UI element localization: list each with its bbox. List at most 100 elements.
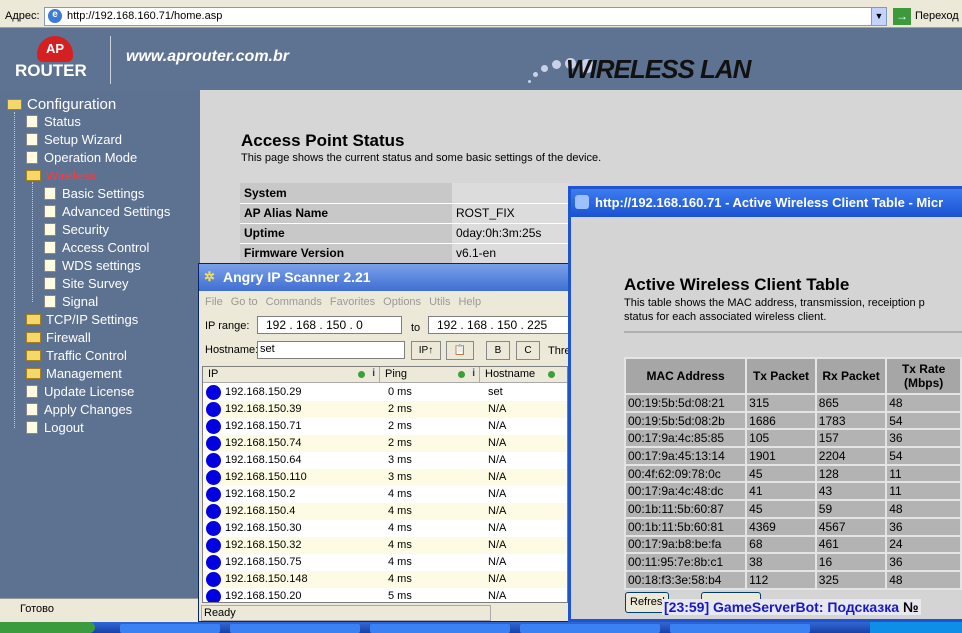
sidebar-item-signal[interactable]: Signal bbox=[44, 294, 98, 309]
page-icon bbox=[26, 133, 38, 146]
column-ip[interactable]: IP i bbox=[203, 367, 380, 383]
ip-from-input[interactable]: 192 . 168 . 150 . 0 bbox=[257, 316, 402, 334]
status-text: Готово bbox=[20, 603, 54, 615]
clipboard-up-icon[interactable]: 📋 bbox=[446, 341, 474, 360]
client-window-title-bar[interactable]: http://192.168.160.71 - Active Wireless … bbox=[571, 189, 962, 217]
menu-favorites[interactable]: Favorites bbox=[330, 296, 375, 308]
scan-result-row[interactable]: 192.168.150.4 4 ms N/A bbox=[203, 503, 567, 520]
address-label: Адрес: bbox=[5, 10, 40, 22]
sidebar-item-management[interactable]: Management bbox=[26, 366, 122, 381]
client-row: 00:18:f3:3e:58:b4 112 325 48 bbox=[623, 569, 962, 590]
scan-result-row[interactable]: 192.168.150.20 5 ms N/A bbox=[203, 588, 567, 602]
sidebar-item-status[interactable]: Status bbox=[26, 114, 81, 129]
site-url: www.aprouter.com.br bbox=[126, 48, 289, 65]
sidebar-item-advanced-settings[interactable]: Advanced Settings bbox=[44, 204, 170, 219]
taskbar-button[interactable] bbox=[520, 624, 660, 633]
host-alive-icon bbox=[206, 470, 221, 485]
router-logo: AP ROUTER bbox=[15, 36, 95, 84]
sidebar-item-wireless[interactable]: Wireless bbox=[26, 168, 96, 183]
sidebar-item-firewall[interactable]: Firewall bbox=[26, 330, 91, 345]
go-button[interactable]: Переход bbox=[915, 10, 959, 22]
scan-result-row[interactable]: 192.168.150.64 3 ms N/A bbox=[203, 452, 567, 469]
ip-up-button[interactable]: IP↑ bbox=[411, 341, 441, 360]
sidebar-item-wds-settings[interactable]: WDS settings bbox=[44, 258, 141, 273]
sidebar-item-operation-mode[interactable]: Operation Mode bbox=[26, 150, 137, 165]
page-icon bbox=[44, 277, 56, 290]
page-icon bbox=[44, 187, 56, 200]
scan-result-row[interactable]: 192.168.150.71 2 ms N/A bbox=[203, 418, 567, 435]
ip-to-input[interactable]: 192 . 168 . 150 . 225 bbox=[428, 316, 573, 334]
scan-result-row[interactable]: 192.168.150.32 4 ms N/A bbox=[203, 537, 567, 554]
menu-utils[interactable]: Utils bbox=[429, 296, 450, 308]
host-alive-icon bbox=[206, 538, 221, 553]
taskbar-button[interactable] bbox=[120, 624, 220, 633]
folder-icon bbox=[26, 332, 41, 343]
scan-results-list[interactable]: IP i Ping i Hostname 192.168.150.29 0 ms set… bbox=[202, 366, 568, 603]
system-tray bbox=[870, 622, 962, 633]
client-row: 00:19:5b:5d:08:21 315 865 48 bbox=[623, 393, 962, 413]
go-arrow-icon[interactable]: → bbox=[893, 8, 911, 25]
divider bbox=[624, 331, 962, 333]
start-button[interactable] bbox=[0, 622, 95, 633]
column-hostname[interactable]: Hostname bbox=[480, 367, 567, 383]
taskbar-button[interactable] bbox=[670, 624, 810, 633]
status-key: Uptime bbox=[240, 223, 452, 244]
ie-window-icon bbox=[575, 195, 589, 209]
product-title: WIRELESS LAN bbox=[566, 54, 751, 84]
section-header: System bbox=[240, 183, 452, 204]
menu-options[interactable]: Options bbox=[383, 296, 421, 308]
menu-help[interactable]: Help bbox=[458, 296, 481, 308]
host-alive-icon bbox=[206, 419, 221, 434]
sidebar-item-setup-wizard[interactable]: Setup Wizard bbox=[26, 132, 122, 147]
client-table-window[interactable]: http://192.168.160.71 - Active Wireless … bbox=[568, 186, 962, 622]
col-rx: Rx Packet bbox=[814, 357, 888, 395]
sidebar-item-basic-settings[interactable]: Basic Settings bbox=[44, 186, 144, 201]
sidebar-item-tcp-ip-settings[interactable]: TCP/IP Settings bbox=[26, 312, 138, 327]
client-row: 00:17:9a:4c:48:dc 41 43 11 bbox=[623, 481, 962, 502]
scan-result-row[interactable]: 192.168.150.75 4 ms N/A bbox=[203, 554, 567, 571]
host-alive-icon bbox=[206, 436, 221, 451]
scan-result-row[interactable]: 192.168.150.148 4 ms N/A bbox=[203, 571, 567, 588]
scan-result-row[interactable]: 192.168.150.110 3 ms N/A bbox=[203, 469, 567, 486]
router-banner: AP ROUTER www.aprouter.com.br WIRELESS LA… bbox=[0, 28, 962, 90]
sidebar-item-apply-changes[interactable]: Apply Changes bbox=[26, 402, 132, 417]
menu-file[interactable]: File bbox=[205, 296, 223, 308]
class-c-button[interactable]: C bbox=[516, 341, 540, 360]
host-alive-icon bbox=[206, 385, 221, 400]
client-row: 00:1b:11:5b:60:81 4369 4567 36 bbox=[623, 516, 962, 537]
sidebar-item-access-control[interactable]: Access Control bbox=[44, 240, 149, 255]
sidebar-item-security[interactable]: Security bbox=[44, 222, 109, 237]
page-icon bbox=[26, 421, 38, 434]
sidebar-root-configuration[interactable]: Configuration bbox=[7, 96, 116, 113]
sidebar-item-traffic-control[interactable]: Traffic Control bbox=[26, 348, 127, 363]
url-dropdown-chevron-icon[interactable]: ▼ bbox=[871, 7, 887, 26]
taskbar-button[interactable] bbox=[370, 624, 510, 633]
folder-icon bbox=[26, 314, 41, 325]
class-b-button[interactable]: B bbox=[486, 341, 510, 360]
url-input[interactable]: e http://192.168.160.71/home.asp bbox=[44, 7, 886, 26]
hostname-label: Hostname: bbox=[205, 344, 259, 356]
client-row: 00:19:5b:5d:08:2b 1686 1783 54 bbox=[623, 410, 962, 431]
angry-ip-scanner-window[interactable]: ✲ Angry IP Scanner 2.21 File Go to Commands… bbox=[198, 263, 573, 622]
status-key: AP Alias Name bbox=[240, 203, 452, 224]
column-ping[interactable]: Ping i bbox=[380, 367, 480, 383]
scanner-app-icon: ✲ bbox=[204, 269, 215, 284]
sidebar-item-site-survey[interactable]: Site Survey bbox=[44, 276, 128, 291]
page-title: Access Point Status bbox=[241, 131, 405, 150]
scan-result-row[interactable]: 192.168.150.39 2 ms N/A bbox=[203, 401, 567, 418]
host-alive-icon bbox=[206, 555, 221, 570]
host-alive-icon bbox=[206, 504, 221, 519]
hostname-input[interactable]: set bbox=[257, 341, 405, 359]
taskbar-button[interactable] bbox=[230, 624, 360, 633]
sidebar-item-logout[interactable]: Logout bbox=[26, 420, 84, 435]
scan-result-row[interactable]: 192.168.150.29 0 ms set bbox=[203, 384, 567, 401]
host-alive-icon bbox=[206, 572, 221, 587]
menu-go-to[interactable]: Go to bbox=[231, 296, 258, 308]
scan-result-row[interactable]: 192.168.150.74 2 ms N/A bbox=[203, 435, 567, 452]
scan-result-row[interactable]: 192.168.150.30 4 ms N/A bbox=[203, 520, 567, 537]
scanner-status-bar: Ready bbox=[201, 605, 491, 621]
sidebar-item-update-license[interactable]: Update License bbox=[26, 384, 134, 399]
scan-result-row[interactable]: 192.168.150.2 4 ms N/A bbox=[203, 486, 567, 503]
scanner-title-bar[interactable]: ✲ Angry IP Scanner 2.21 bbox=[199, 264, 569, 291]
menu-commands[interactable]: Commands bbox=[266, 296, 322, 308]
